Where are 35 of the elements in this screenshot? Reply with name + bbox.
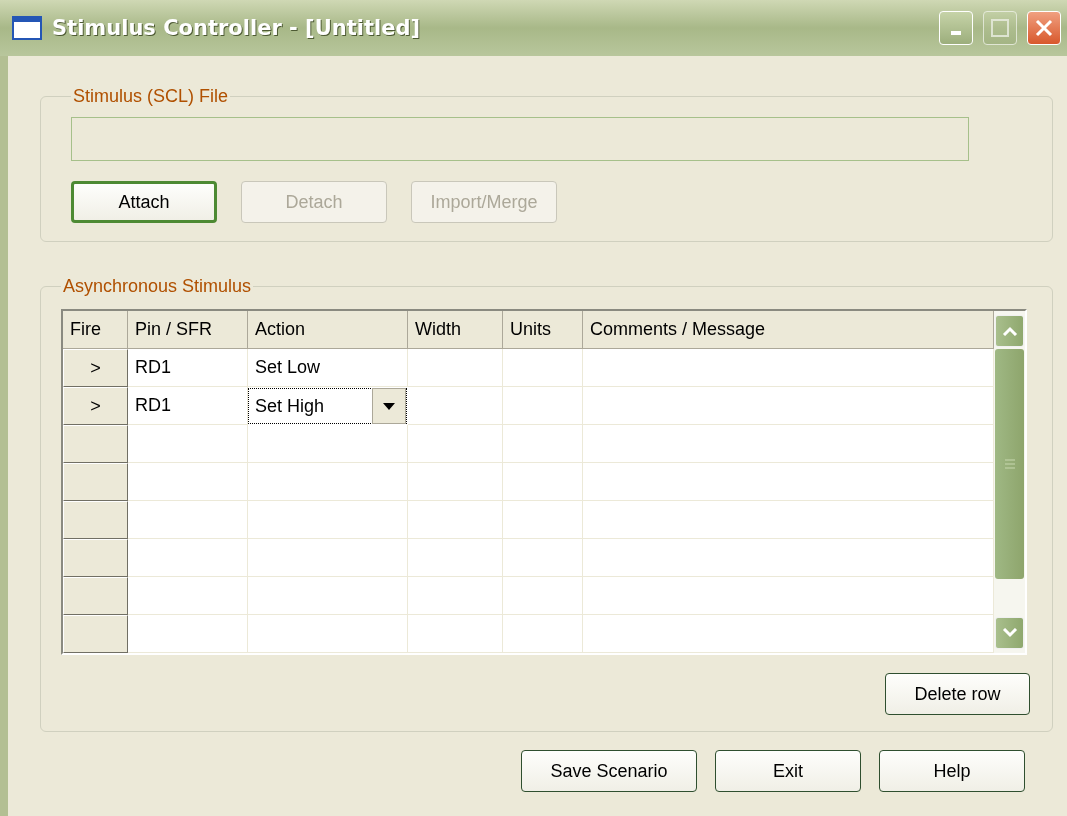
close-button[interactable] [1027,11,1061,45]
column-header[interactable]: Comments / Message [583,311,994,349]
table-cell: RD1 [128,349,248,387]
column-header[interactable]: Action [248,311,408,349]
fire-button[interactable]: > [63,349,128,387]
fire-button[interactable] [63,539,128,577]
fire-button[interactable] [63,463,128,501]
table-cell: Set Low [248,349,408,387]
column-header[interactable]: Units [503,311,583,349]
column-header[interactable]: Width [408,311,503,349]
close-icon [1034,18,1054,38]
file-path-field[interactable] [71,117,969,161]
maximize-icon [990,18,1010,38]
save-scenario-button[interactable]: Save Scenario [521,750,697,792]
group-title: Stimulus (SCL) File [72,86,230,107]
window-title: Stimulus Controller - [Untitled] [52,16,422,40]
delete-row-button[interactable]: Delete row [885,673,1030,715]
help-button[interactable]: Help [879,750,1025,792]
action-dropdown[interactable]: Set High [248,388,407,424]
fire-button[interactable] [63,577,128,615]
caret-icon [383,402,395,410]
attach-button[interactable]: Attach [71,181,217,223]
fire-button[interactable] [63,501,128,539]
column-header[interactable]: Pin / SFR [128,311,248,349]
exit-button[interactable]: Exit [715,750,861,792]
minimize-icon [951,31,961,35]
fire-button[interactable]: > [63,387,128,425]
scrollbar[interactable] [994,311,1025,653]
window-icon [12,16,42,40]
group-title: Asynchronous Stimulus [62,276,253,297]
grip-icon [1004,459,1015,469]
fire-button[interactable] [63,425,128,463]
column-header[interactable]: Fire [63,311,128,349]
table-cell: RD1 [128,387,248,425]
fire-button[interactable] [63,615,128,653]
